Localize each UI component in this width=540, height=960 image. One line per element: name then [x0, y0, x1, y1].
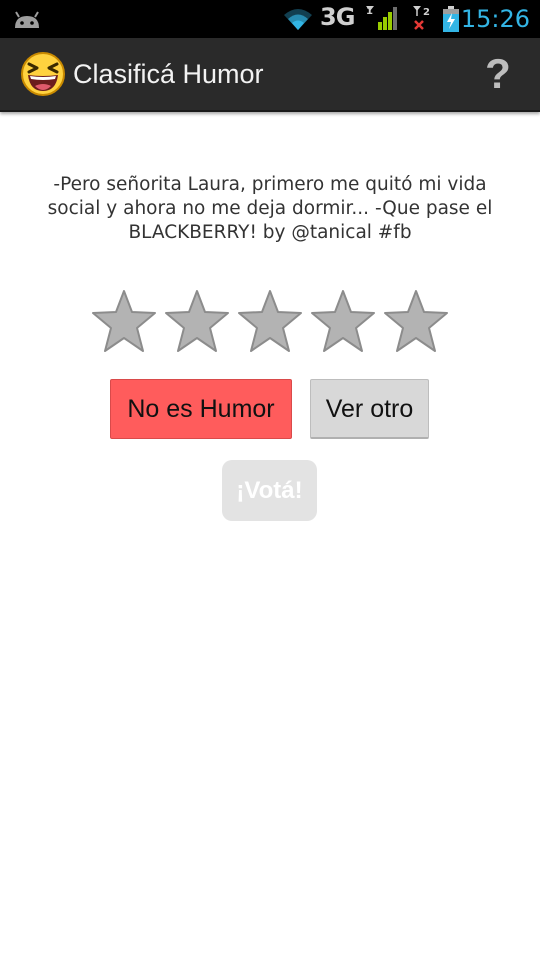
- star-1-icon[interactable]: [90, 288, 158, 354]
- wifi-icon: [284, 9, 312, 30]
- vota-button[interactable]: ¡Votá!: [222, 460, 317, 521]
- rating-bar[interactable]: [90, 288, 450, 354]
- svg-text:2: 2: [423, 7, 430, 18]
- help-button[interactable]: ?: [478, 50, 518, 98]
- joke-text: -Pero señorita Laura, primero me quitó m…: [47, 174, 493, 243]
- signal-icon: 1: [366, 6, 397, 30]
- no-es-humor-button[interactable]: No es Humor: [110, 379, 292, 439]
- ver-otro-button[interactable]: Ver otro: [310, 379, 429, 439]
- network-type-label: 3G: [320, 3, 355, 31]
- status-clock: 15:26: [460, 5, 530, 33]
- battery-charging-icon: [443, 6, 459, 32]
- laughing-face-icon: [21, 52, 65, 96]
- app-title: Clasificá Humor: [73, 59, 264, 89]
- star-2-icon[interactable]: [163, 288, 231, 354]
- action-bar: Clasificá Humor ?: [0, 38, 540, 112]
- star-4-icon[interactable]: [309, 288, 377, 354]
- sim2-no-signal-icon: 2: [413, 6, 430, 30]
- status-bar: 3G 1 2 15:26: [0, 0, 540, 38]
- star-5-icon[interactable]: [382, 288, 450, 354]
- star-3-icon[interactable]: [236, 288, 304, 354]
- android-debug-icon: [15, 11, 39, 28]
